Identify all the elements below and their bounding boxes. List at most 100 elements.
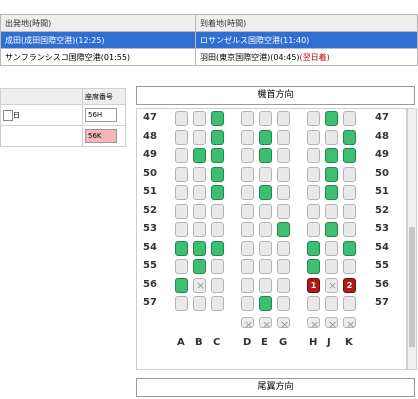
column-letter: D: [243, 337, 252, 348]
seat-occupied: [175, 259, 188, 274]
seat-occupied: [277, 129, 290, 145]
seat-occupied: [175, 222, 188, 237]
seat-occupied: [241, 259, 254, 274]
passenger-1-seat-cell[interactable]: 56H: [82, 104, 126, 126]
seat-occupied: [193, 129, 206, 145]
seat-occupied: [241, 185, 254, 200]
flight-1-departure[interactable]: 成田(成田国際空港)(12:25): [0, 31, 196, 49]
seat-occupied: [175, 203, 188, 219]
seat-available[interactable]: [325, 185, 338, 200]
seat-occupied: [241, 296, 254, 311]
seat-selected[interactable]: 1: [307, 277, 320, 293]
row-number-left: 47: [143, 112, 157, 123]
flight-1-arrival[interactable]: ロサンゼルス国際空港(11:40): [195, 31, 418, 49]
seat-available[interactable]: [343, 148, 356, 163]
seat-occupied: [277, 277, 290, 293]
seat-occupied: [193, 203, 206, 219]
row-number-right: 54: [375, 241, 389, 253]
seat-occupied: [241, 111, 254, 126]
seat-available[interactable]: [343, 129, 356, 145]
seat-available[interactable]: [259, 185, 272, 200]
row-number-left: 50: [143, 167, 157, 179]
next-day-note: (翌日着): [299, 52, 330, 62]
seat-occupied: [325, 296, 338, 311]
column-letter: H: [309, 337, 318, 348]
seat-occupied: [259, 111, 272, 126]
passenger-2-seat[interactable]: 56K: [85, 129, 117, 143]
seat-available[interactable]: [307, 240, 320, 256]
seat-available[interactable]: [259, 148, 272, 163]
seat-available[interactable]: [325, 148, 338, 163]
seat-occupied: [343, 111, 356, 126]
flight-row-2[interactable]: サンフランシスコ国際空港(01:55) 羽田(東京国際空港)(04:45)(翌日…: [0, 48, 418, 66]
seat-occupied: [325, 259, 338, 274]
seat-available[interactable]: [259, 129, 272, 145]
seat-occupied: [307, 111, 320, 126]
seat-occupied: [307, 166, 320, 182]
seat-occupied: [259, 259, 272, 274]
seat-available[interactable]: [211, 185, 224, 200]
row-number-left: 48: [143, 130, 157, 142]
seat-occupied: [241, 129, 254, 145]
seat-occupied: [193, 185, 206, 200]
seat-occupied: [259, 203, 272, 219]
row-number-left: 51: [143, 186, 157, 197]
seat-available[interactable]: [325, 111, 338, 126]
seat-occupied: [277, 185, 290, 200]
seat-available[interactable]: [343, 240, 356, 256]
seat-occupied: [211, 259, 224, 274]
seat-available[interactable]: [175, 240, 188, 256]
seat-available[interactable]: [211, 111, 224, 126]
seat-available[interactable]: [307, 259, 320, 274]
passenger-2-info: [0, 125, 83, 147]
seat-occupied: [307, 148, 320, 163]
column-letter: C: [213, 337, 221, 348]
flight-row-1[interactable]: 成田(成田国際空港)(12:25) ロサンゼルス国際空港(11:40): [0, 31, 418, 49]
scrollbar-thumb[interactable]: [409, 227, 415, 347]
column-letter: B: [195, 337, 203, 348]
date-field[interactable]: [3, 109, 13, 121]
seat-available[interactable]: [193, 148, 206, 163]
seat-occupied: [259, 222, 272, 237]
seat-available[interactable]: [193, 240, 206, 256]
flight-2-arrival[interactable]: 羽田(東京国際空港)(04:45)(翌日着): [195, 48, 418, 66]
seat-occupied: [211, 296, 224, 311]
seat-number-header: 座席番号: [82, 88, 126, 105]
seat-occupied: [325, 203, 338, 219]
seat-occupied: [343, 259, 356, 274]
passenger-row-1[interactable]: 日 56H: [0, 104, 126, 126]
seat-available[interactable]: [211, 148, 224, 163]
passenger-2-seat-cell[interactable]: 56K: [82, 125, 126, 147]
seat-occupied: [175, 111, 188, 126]
seat-available[interactable]: [325, 166, 338, 182]
row-number-left: 54: [143, 241, 157, 253]
seat-occupied: [241, 222, 254, 237]
seat-occupied: [241, 277, 254, 293]
seat-available[interactable]: [211, 129, 224, 145]
seat-occupied: [259, 277, 272, 293]
flight-2-departure[interactable]: サンフランシスコ国際空港(01:55): [0, 48, 196, 66]
column-letter: E: [261, 337, 268, 348]
seat-occupied: [175, 129, 188, 145]
row-number-left: 52: [143, 204, 157, 216]
seat-available[interactable]: [175, 277, 188, 293]
seat-map-scrollbar[interactable]: [407, 108, 417, 370]
passenger-seat-table: 座席番号 日 56H 56K: [0, 88, 126, 147]
seat-occupied: [325, 240, 338, 256]
passenger-row-2[interactable]: 56K: [0, 125, 126, 147]
row-number-right: 51: [375, 186, 389, 197]
seat-available[interactable]: [193, 259, 206, 274]
seat-available[interactable]: [277, 222, 290, 237]
row-number-right: 50: [375, 167, 389, 179]
seat-available[interactable]: [211, 240, 224, 256]
seat-available[interactable]: [211, 166, 224, 182]
seat-selected[interactable]: 2: [343, 277, 356, 293]
seat-occupied: [259, 240, 272, 256]
arrival-header: 到着地(時間): [195, 14, 418, 32]
seat-available[interactable]: [325, 222, 338, 237]
passenger-1-seat[interactable]: 56H: [85, 108, 117, 122]
seat-occupied: [211, 277, 224, 293]
row-number-right: 53: [375, 223, 389, 234]
row-number-right: 48: [375, 130, 389, 142]
seat-available[interactable]: [259, 296, 272, 311]
